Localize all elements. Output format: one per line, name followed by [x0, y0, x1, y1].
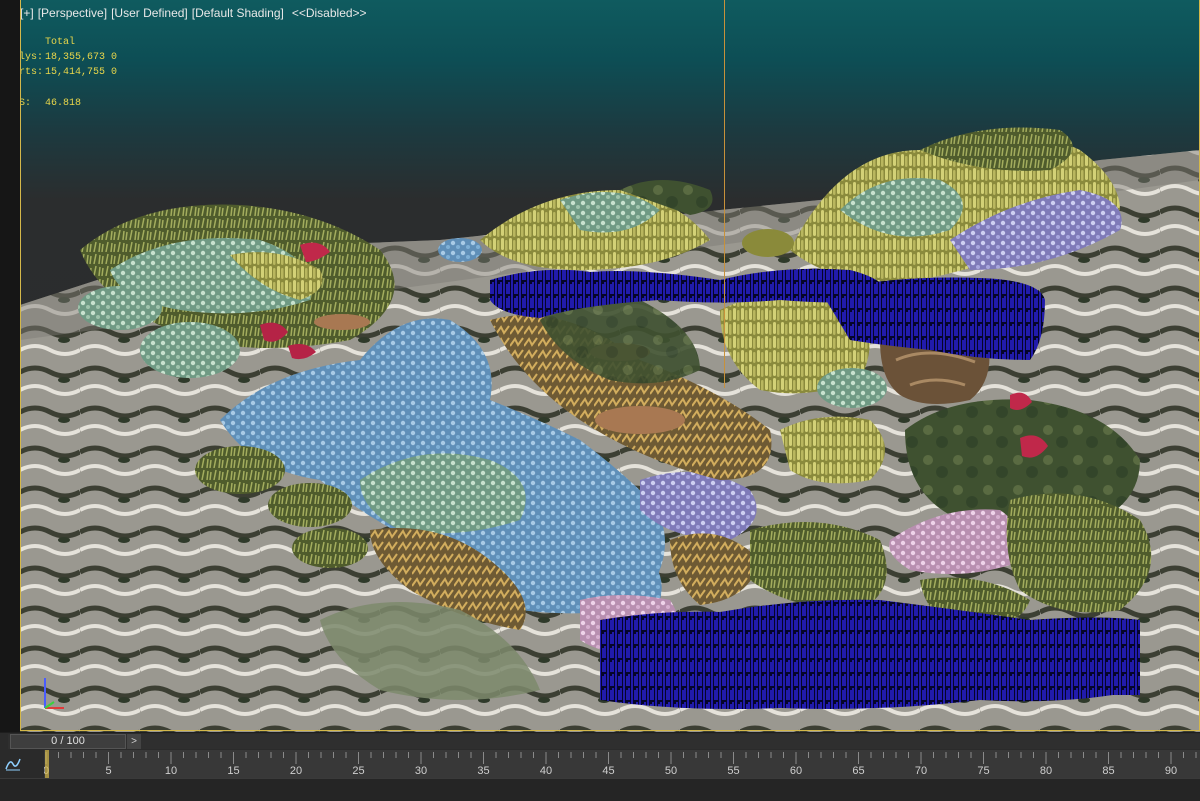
ruler-label: 70: [915, 765, 927, 777]
ruler-label: 15: [227, 765, 239, 777]
axis-gizmo-icon: [44, 678, 64, 709]
ruler-label: 40: [540, 765, 552, 777]
stats-polys-value: 18,355,673: [45, 52, 106, 63]
ruler-label: 60: [790, 765, 802, 777]
stats-polys-selected: 0: [111, 52, 118, 63]
ruler-label: 10: [165, 765, 177, 777]
stats-verts-value: 15,414,755: [45, 67, 106, 78]
ruler-label: 20: [290, 765, 302, 777]
viewport-shading-menu[interactable]: [Default Shading]: [192, 6, 284, 20]
viewport-pov-menu[interactable]: [Perspective]: [38, 6, 107, 20]
curve-editor-icon[interactable]: [4, 756, 22, 772]
ruler-label: 55: [727, 765, 739, 777]
perspective-viewport[interactable]: [+] [Perspective] [User Defined] [Default S…: [20, 0, 1200, 732]
current-frame-marker[interactable]: [45, 750, 49, 778]
ruler-label: 90: [1165, 765, 1177, 777]
reef-scene: [20, 127, 1200, 732]
stats-verts-label: Verts:: [20, 67, 44, 78]
ruler-label: 75: [977, 765, 989, 777]
viewport-plus-menu[interactable]: [+]: [20, 6, 34, 20]
ruler-label: 65: [852, 765, 864, 777]
stats-fps-value: 46.818: [45, 98, 82, 109]
stats-polys-label: Polys:: [20, 52, 44, 63]
next-frame-button[interactable]: >: [127, 734, 141, 749]
stats-verts-selected: 0: [111, 67, 118, 78]
viewport-disabled-menu[interactable]: <<Disabled>>: [292, 6, 367, 20]
ruler-label: 80: [1040, 765, 1052, 777]
time-slider-thumb[interactable]: 0 / 100: [10, 734, 126, 749]
time-slider-track[interactable]: [8, 734, 1200, 749]
stats-fps-label: FPS:: [20, 98, 32, 109]
stats-total-header: Total: [45, 37, 76, 48]
left-toolbar-strip: [0, 0, 20, 732]
ruler-label: 85: [1102, 765, 1114, 777]
ruler-label: 50: [665, 765, 677, 777]
viewport-split-line: [724, 0, 725, 388]
ruler-label: 25: [352, 765, 364, 777]
ruler-label: 35: [477, 765, 489, 777]
ruler-label: 30: [415, 765, 427, 777]
viewport-label-menu[interactable]: [+] [Perspective] [User Defined] [Default S…: [20, 6, 371, 20]
ruler-label: 5: [105, 765, 111, 777]
track-bar[interactable]: 051015202530354045505560657075808590: [0, 750, 1200, 778]
time-slider[interactable]: < 0 / 100 >: [0, 733, 1200, 750]
viewport-stage-menu[interactable]: [User Defined]: [111, 6, 188, 20]
frame-ruler[interactable]: 051015202530354045505560657075808590: [44, 750, 1200, 778]
ruler-label: 45: [602, 765, 614, 777]
status-bar: [0, 778, 1200, 801]
